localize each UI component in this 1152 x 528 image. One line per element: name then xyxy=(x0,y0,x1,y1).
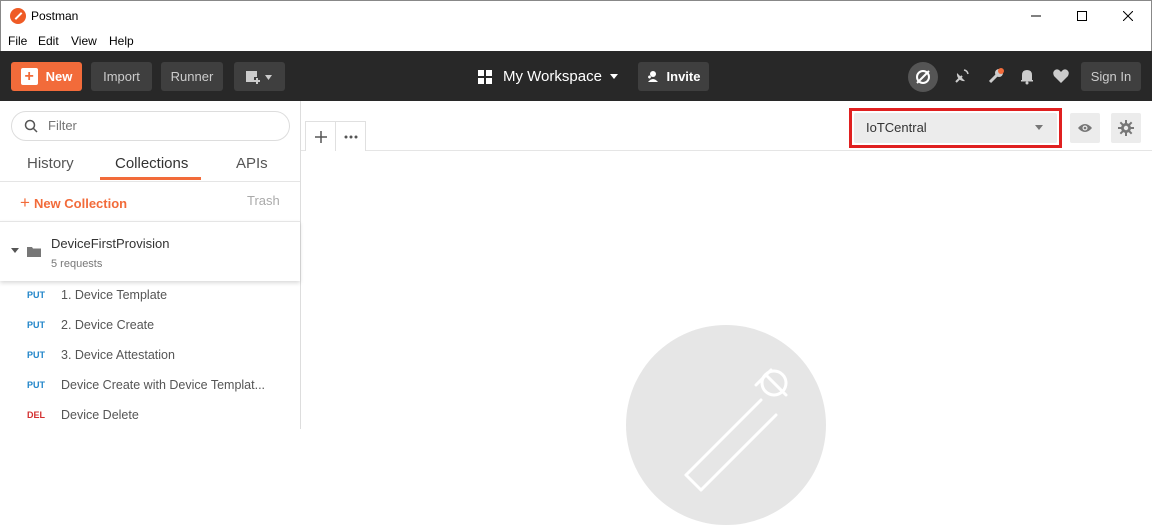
minimize-button[interactable] xyxy=(1013,1,1059,31)
manage-environments-button[interactable] xyxy=(1111,113,1141,143)
filter-input[interactable] xyxy=(48,118,278,133)
new-button-label: New xyxy=(45,69,73,84)
menu-view[interactable]: View xyxy=(71,34,97,48)
postman-logo-icon xyxy=(10,8,26,24)
request-name: 2. Device Create xyxy=(61,318,155,332)
eye-icon xyxy=(1078,124,1092,132)
signin-button[interactable]: Sign In xyxy=(1081,62,1141,91)
plus-icon: + xyxy=(20,193,30,212)
chevron-down-icon xyxy=(609,73,618,79)
caret-down-icon xyxy=(1035,125,1043,130)
method-badge: PUT xyxy=(27,380,45,390)
new-window-icon xyxy=(245,70,272,84)
main-toolbar: IoTCentral xyxy=(301,101,1152,151)
new-button[interactable]: + New xyxy=(11,62,82,91)
sync-icon[interactable] xyxy=(908,62,938,92)
collection-count: 5 requests xyxy=(51,258,103,270)
filter-box[interactable] xyxy=(11,111,290,141)
environment-select-highlight: IoTCentral xyxy=(849,108,1062,148)
divider xyxy=(0,181,300,182)
new-window-button[interactable] xyxy=(234,62,285,91)
heart-icon[interactable] xyxy=(1050,65,1072,87)
close-button[interactable] xyxy=(1105,1,1151,31)
window-title: Postman xyxy=(31,9,79,23)
caret-down-icon[interactable] xyxy=(11,248,19,254)
sidebar: History Collections APIs +New Collection… xyxy=(0,101,301,429)
add-tab-button[interactable] xyxy=(305,121,336,151)
environment-quick-look-button[interactable] xyxy=(1070,113,1100,143)
new-collection-button[interactable]: + New Collection xyxy=(20,193,127,213)
active-tab-indicator xyxy=(100,177,201,180)
plus-icon: + xyxy=(20,68,38,85)
folder-icon xyxy=(27,247,41,257)
more-tabs-button[interactable] xyxy=(335,121,366,151)
tab-apis[interactable]: APIs xyxy=(236,155,268,172)
method-badge: PUT xyxy=(27,320,45,330)
invite-label: Invite xyxy=(666,69,701,84)
list-item[interactable]: PUT 3. Device Attestation xyxy=(0,341,300,371)
trash-link[interactable]: Trash xyxy=(247,193,280,208)
tab-collections[interactable]: Collections xyxy=(115,155,188,172)
list-item[interactable]: PUT Device Create with Device Templat... xyxy=(0,371,300,401)
request-name: Device Create with Device Templat... xyxy=(61,378,266,392)
satellite-icon[interactable] xyxy=(951,65,973,87)
menu-bar: File Edit View Help xyxy=(0,30,1152,51)
wrench-icon[interactable] xyxy=(985,65,1007,87)
postman-empty-state-icon xyxy=(626,325,826,525)
request-name: 3. Device Attestation xyxy=(61,348,175,362)
menu-edit[interactable]: Edit xyxy=(38,34,59,48)
title-bar: Postman xyxy=(0,0,1152,30)
runner-button[interactable]: Runner xyxy=(161,62,223,91)
request-name: 1. Device Template xyxy=(61,288,168,302)
bell-icon[interactable] xyxy=(1016,65,1038,87)
environment-select[interactable]: IoTCentral xyxy=(854,113,1057,143)
request-name: Device Delete xyxy=(61,408,139,422)
app-header: + New Import Runner My Workspace Invite xyxy=(0,51,1152,101)
collection-name: DeviceFirstProvision xyxy=(51,236,170,251)
add-user-icon xyxy=(647,71,658,82)
maximize-button[interactable] xyxy=(1059,1,1105,31)
collection-item[interactable]: DeviceFirstProvision 5 requests xyxy=(0,221,300,281)
invite-button[interactable]: Invite xyxy=(638,62,709,91)
ellipsis-icon xyxy=(344,135,357,138)
environment-value: IoTCentral xyxy=(866,120,927,135)
workspace-label: My Workspace xyxy=(503,68,602,85)
list-item[interactable]: DEL Device Delete xyxy=(0,401,300,431)
menu-help[interactable]: Help xyxy=(109,34,134,48)
search-icon xyxy=(24,119,38,133)
sidebar-tabs: History Collections APIs xyxy=(0,151,300,181)
grid-icon xyxy=(478,69,492,84)
workspace-selector[interactable]: My Workspace xyxy=(478,68,620,85)
method-badge: PUT xyxy=(27,290,45,300)
plus-icon xyxy=(314,130,327,143)
gear-icon xyxy=(1118,120,1134,136)
method-badge: PUT xyxy=(27,350,45,360)
menu-file[interactable]: File xyxy=(8,34,27,48)
list-item[interactable]: PUT 1. Device Template xyxy=(0,281,300,311)
new-collection-label: New Collection xyxy=(33,196,128,211)
import-button[interactable]: Import xyxy=(91,62,152,91)
tab-history[interactable]: History xyxy=(27,155,74,172)
method-badge: DEL xyxy=(27,410,45,420)
list-item[interactable]: PUT 2. Device Create xyxy=(0,311,300,341)
